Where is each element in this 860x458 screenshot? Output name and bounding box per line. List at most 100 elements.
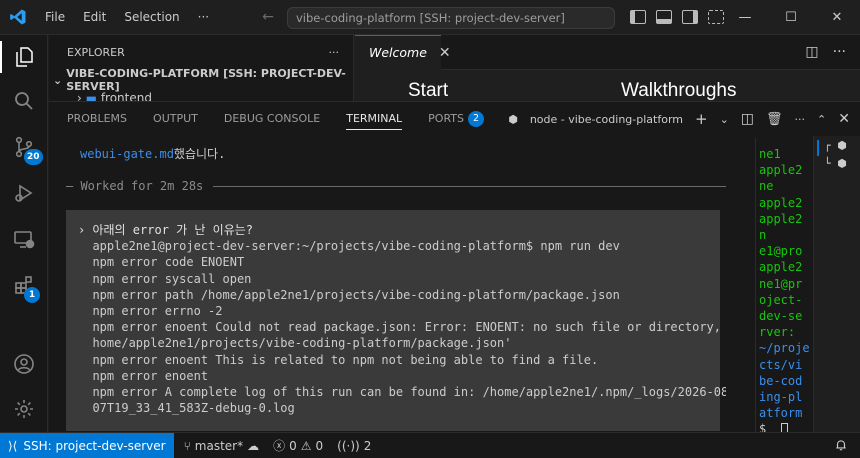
close-window-icon[interactable]: ✕ <box>814 0 860 35</box>
split-line: apple2 <box>759 195 803 210</box>
title-bar: File Edit Selection ··· ← → vibe-coding-… <box>0 0 860 35</box>
search-icon[interactable] <box>0 79 48 123</box>
broadcast-icon: ((·)) <box>337 438 360 453</box>
extensions-icon[interactable]: 1 <box>0 263 48 307</box>
terminal-line: 07T19_33_41_583Z-debug-0.log <box>78 401 295 416</box>
terminal-file-link[interactable]: webui-gate.md <box>80 147 174 161</box>
tab-problems[interactable]: PROBLEMS <box>67 102 127 136</box>
terminal-line: npm error A complete log of this run can… <box>78 385 726 400</box>
terminal-line: npm error errno -2 <box>78 304 223 319</box>
tab-debug-console[interactable]: DEBUG CONSOLE <box>224 102 320 136</box>
toggle-secondary-sidebar-icon[interactable] <box>682 10 698 24</box>
toggle-panel-icon[interactable] <box>656 10 672 24</box>
git-branch-icon: ⑂ <box>183 438 191 453</box>
workspace-root-folder[interactable]: ⌄ VIBE-CODING-PLATFORM [SSH: PROJECT-DEV… <box>49 67 353 93</box>
split-line: ~/proje <box>759 341 810 356</box>
extensions-badge: 1 <box>24 287 40 303</box>
split-terminal-icon[interactable]: ◫ <box>741 111 754 127</box>
accounts-icon[interactable] <box>0 342 48 386</box>
minimize-icon[interactable]: — <box>722 0 768 35</box>
chevron-right-icon: › <box>77 91 82 101</box>
close-panel-icon[interactable]: ✕ <box>838 111 850 127</box>
activity-bar: 20 1 <box>0 35 48 432</box>
split-line: apple2 <box>759 211 803 226</box>
error-icon: ⓧ <box>273 439 286 453</box>
terminal-name[interactable]: node - vibe-coding-platform <box>530 113 683 126</box>
terminal-split-output[interactable]: ne1 apple2 ne apple2 apple2 n e1@pro app… <box>755 138 812 433</box>
back-arrow-icon[interactable]: ← <box>262 9 274 25</box>
terminal-prompt-block: › 아래의 error 가 난 이유는? apple2ne1@project-d… <box>66 210 726 431</box>
terminal-output[interactable]: webui-gate.md했습니다. — Worked for 2m 28s ›… <box>66 138 726 431</box>
explorer-more-button[interactable]: ··· <box>329 46 340 59</box>
more-actions-icon[interactable]: ··· <box>795 113 806 126</box>
menu-file[interactable]: File <box>36 0 74 35</box>
tab-welcome[interactable]: Welcome ✕ <box>355 35 451 70</box>
terminal-top-suffix: 했습니다. <box>173 147 226 161</box>
split-line: oject- <box>759 292 803 307</box>
maximize-panel-icon[interactable]: ⌃ <box>817 113 826 126</box>
explorer-sidebar: EXPLORER ··· ⌄ VIBE-CODING-PLATFORM [SSH… <box>49 35 354 101</box>
branch-label: master* <box>194 438 244 453</box>
menu-bar: File Edit Selection ··· <box>36 0 218 35</box>
split-editor-icon[interactable]: ◫ <box>805 44 818 60</box>
terminal-line: npm error enoent This is related to npm … <box>78 352 599 367</box>
welcome-walkthroughs-heading: Walkthroughs <box>621 80 737 101</box>
warning-icon: ⚠ <box>300 438 312 453</box>
tab-welcome-label: Welcome <box>369 45 427 60</box>
tab-output[interactable]: OUTPUT <box>153 102 198 136</box>
toggle-primary-sidebar-icon[interactable] <box>630 10 646 24</box>
notifications-bell-icon[interactable] <box>834 438 848 455</box>
source-control-icon[interactable]: 20 <box>0 125 48 169</box>
close-tab-icon[interactable]: ✕ <box>439 45 451 61</box>
status-bar: ⟩⟨ SSH: project-dev-server ⑂ master* ☁ ⓧ… <box>0 432 860 458</box>
remote-explorer-icon[interactable] <box>0 217 48 261</box>
remote-icon: ⟩⟨ <box>8 438 18 453</box>
tab-terminal[interactable]: TERMINAL <box>346 102 402 136</box>
explorer-header: EXPLORER ··· <box>49 35 353 69</box>
split-line: atform <box>759 406 803 421</box>
menu-selection[interactable]: Selection <box>115 0 188 35</box>
maximize-icon[interactable]: ☐ <box>768 0 814 35</box>
split-line: n <box>759 228 767 243</box>
more-actions-icon[interactable]: ··· <box>833 44 846 60</box>
new-terminal-icon[interactable]: + <box>695 110 708 128</box>
welcome-start-heading: Start <box>408 80 449 101</box>
problems-indicator[interactable]: ⓧ 0 ⚠ 0 <box>273 437 323 454</box>
terminal-line: npm error enoent Could not read package.… <box>78 320 726 335</box>
terminal-scrollbar[interactable] <box>729 138 743 431</box>
run-debug-icon[interactable] <box>0 171 48 215</box>
terminal-entry-1[interactable]: ┌ ⬢ <box>824 139 847 152</box>
settings-gear-icon[interactable] <box>0 387 48 431</box>
active-terminal-indicator <box>817 140 819 156</box>
split-line: rver: <box>759 325 796 340</box>
split-line: be-cod <box>759 373 803 388</box>
kill-terminal-icon[interactable]: 🗑 <box>766 112 783 127</box>
chevron-down-icon[interactable]: ⌄ <box>720 113 729 126</box>
terminal-line: apple2ne1@project-dev-server:~/projects/… <box>78 239 620 254</box>
split-line: dev-se <box>759 309 803 324</box>
split-line: ing-pl <box>759 390 803 405</box>
terminal-line: npm error enoent <box>78 368 209 383</box>
tab-ports[interactable]: PORTS 2 <box>428 102 484 136</box>
folder-frontend-label: frontend <box>100 91 152 101</box>
menu-more[interactable]: ··· <box>189 0 218 35</box>
welcome-page: Start Walkthroughs <box>355 70 860 101</box>
error-count: 0 <box>289 438 297 453</box>
branch-indicator[interactable]: ⑂ master* ☁ <box>184 439 260 453</box>
ports-indicator[interactable]: ((·)) 2 <box>337 439 371 453</box>
tab-ports-label: PORTS <box>428 112 464 125</box>
split-line: ne1 <box>759 147 781 161</box>
source-control-badge: 20 <box>24 149 43 165</box>
folder-icon: ▬ <box>85 91 97 101</box>
ports-count: 2 <box>363 438 372 453</box>
remote-indicator[interactable]: ⟩⟨ SSH: project-dev-server <box>0 432 174 458</box>
terminal-line: npm error code ENOENT <box>78 255 245 270</box>
command-center[interactable]: vibe-coding-platform [SSH: project-dev-s… <box>287 7 615 29</box>
bottom-panel: PROBLEMS OUTPUT DEBUG CONSOLE TERMINAL P… <box>49 101 860 433</box>
explorer-title: EXPLORER <box>67 45 125 59</box>
terminal-entry-2[interactable]: └ ⬢ <box>824 157 847 170</box>
menu-edit[interactable]: Edit <box>74 0 115 35</box>
editor-area: Welcome ✕ ◫ ··· Start Walkthroughs <box>355 35 860 101</box>
explorer-icon[interactable] <box>0 35 48 79</box>
worked-label: — Worked for 2m 28s <box>66 179 204 193</box>
